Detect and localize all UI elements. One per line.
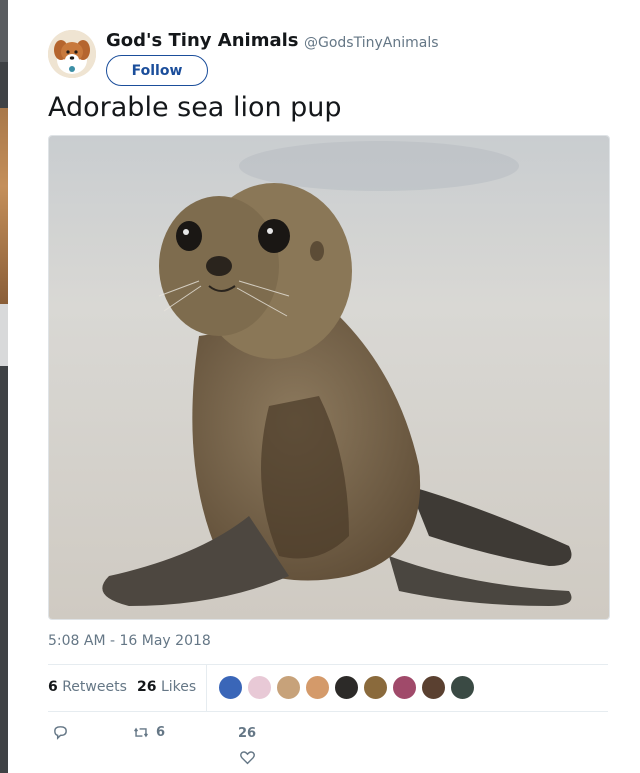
tweet-timestamp[interactable]: 5:08 AM - 16 May 2018: [48, 633, 211, 649]
background-strip-image: [0, 108, 8, 304]
liker-avatar[interactable]: [450, 675, 475, 700]
likes-count: 26: [137, 679, 157, 695]
follow-button[interactable]: Follow: [106, 55, 208, 86]
liker-avatar[interactable]: [363, 675, 388, 700]
liker-avatar[interactable]: [392, 675, 417, 700]
tweet-media[interactable]: [48, 135, 610, 620]
liker-avatar[interactable]: [334, 675, 359, 700]
liker-avatar[interactable]: [276, 675, 301, 700]
retweet-button[interactable]: 6: [132, 724, 165, 741]
tweet-text: Adorable sea lion pup: [48, 92, 342, 123]
reply-icon: [54, 726, 67, 740]
like-count: 26: [238, 726, 257, 741]
retweets-count: 6: [48, 679, 58, 695]
puppy-avatar-image: [48, 30, 96, 78]
retweets-stat[interactable]: 6 Retweets: [48, 679, 127, 695]
retweet-count: 6: [156, 725, 166, 740]
like-button[interactable]: 26: [238, 726, 256, 765]
screen-name[interactable]: @GodsTinyAnimals: [304, 35, 439, 51]
background-page-strip: [0, 0, 8, 773]
sea-lion-pup-image: [49, 136, 609, 619]
retweet-icon: [134, 727, 148, 738]
likes-label: Likes: [160, 679, 197, 695]
likes-stat[interactable]: 26 Likes: [137, 679, 196, 695]
liker-avatar[interactable]: [218, 675, 243, 700]
liker-avatar[interactable]: [247, 675, 272, 700]
tweet-stats: 6 Retweets 26 Likes: [48, 665, 608, 711]
heart-icon: [239, 751, 255, 765]
stats-separator: [206, 665, 207, 711]
background-strip-top: [0, 0, 8, 62]
retweets-label: Retweets: [62, 679, 127, 695]
reply-button[interactable]: [52, 724, 69, 741]
liker-avatar[interactable]: [305, 675, 330, 700]
divider: [48, 711, 608, 712]
background-strip-light: [0, 304, 8, 366]
tweet-actions: 6 26: [48, 720, 608, 770]
display-name[interactable]: God's Tiny Animals: [106, 30, 298, 51]
avatar[interactable]: [48, 30, 96, 78]
liker-avatar[interactable]: [421, 675, 446, 700]
